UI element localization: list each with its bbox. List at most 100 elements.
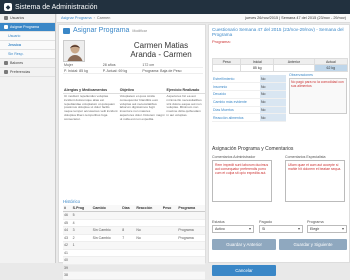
table-cell [135,271,162,280]
table-cell: No [135,234,162,242]
table-cell [91,241,122,250]
cancel-button[interactable]: Cancelar [212,265,276,276]
clipboard-icon [4,25,8,29]
table-row[interactable]: 45 4 [63,219,205,227]
weight-stats: Peso Inicial Anterior Actual 85 kg 62 kg [211,58,349,72]
table-cell [161,241,178,250]
table-cell [161,271,178,280]
stat-value [211,64,242,72]
metric-value: No [260,90,286,99]
observations-label: Observaciones [289,73,313,77]
app-title: Sistema de Administración [15,3,98,11]
table-cell [177,264,205,272]
history-table: # S.Prog Cambio Días Reacción Peso Programa 46… [63,205,205,280]
sidebar-subitem-jessica[interactable]: Jessica [0,41,55,50]
modify-link[interactable]: Modificar [132,29,147,33]
table-cell: 5 [71,211,92,220]
table-cell [121,241,136,250]
table-row[interactable]: 39 [63,264,205,272]
alergias-text: Ut modiunt repellendus voluptas incidunt… [64,94,118,121]
table-cell [161,226,178,235]
questionnaire-title: Cuestionario Semana 47 del 2015 (23/nov-… [212,27,344,37]
ejercicio-text: Asperiores hic ea aut minima illo necess… [166,94,202,117]
chevron-down-icon [249,228,251,230]
save-previous-button[interactable]: Guardar y Anterior [212,239,276,250]
sidebar-item-asignar-programa[interactable]: Asignar Programa [0,23,55,32]
breadcrumb: Asignar Programa › Carmen jueves 26/nov/… [57,14,350,23]
admin-comments-field[interactable]: Rem impedit sunt laborum ducimus aut con… [212,160,272,202]
table-cell [121,271,136,280]
table-row[interactable]: 46 5 [63,211,205,220]
table-row[interactable]: 42 1 [63,241,205,250]
objetivo-text: Voluptatem et quos sinide consequuntur b… [119,94,165,121]
observations-box: No pagó para no la comodidad con sus ali… [289,78,347,114]
sidebar-item-preferencias[interactable]: Preferencias [0,68,55,77]
table-row[interactable]: 41 [63,249,205,257]
app-logo-icon: ◆ [4,3,12,11]
table-cell [177,219,205,227]
estatus-label: Estatus [212,220,225,224]
table-cell [161,211,178,220]
programa-label: Programa [307,220,324,224]
start-weight-value: P. Inicial: 85 kg [63,67,102,74]
observations: Observaciones No pagó para no la comodid… [289,73,347,114]
table-cell [135,211,162,220]
save-next-button[interactable]: Guardar y Siguiente [279,239,347,250]
pagado-label: Pagado [259,220,273,224]
current-weight-value: P. Actual: 69 kg [101,67,142,74]
table-cell [121,264,136,272]
profile-title: Asignar Programa Modificar [59,25,205,36]
sidebar-item-balones[interactable]: Balones [0,59,55,68]
chevron-down-icon [298,228,300,230]
table-cell: 46 [63,211,72,220]
metric-row: Reacción alimentos No [212,113,286,123]
table-row[interactable]: 43 2 Sin Cambio 7 No Programa [63,234,205,242]
programa-select[interactable]: Elegir [307,225,347,233]
program-value: Programa: Baja de Peso [141,67,203,74]
specialist-comments-field[interactable]: Ullam quae et aum aut accepte si mahle h… [285,160,345,202]
table-cell [161,264,178,272]
table-cell [91,264,122,272]
client-details: Alergias y Medicamentos Objetivo Ejercicio… [63,87,205,142]
table-cell [121,219,136,227]
metric-value: No [260,113,286,123]
table-cell [91,249,122,257]
sidebar-subitem-usuario[interactable]: Usuario [0,32,55,41]
table-cell [161,234,178,242]
profile-panel: Asignar Programa Modificar Carmen Matias… [58,24,206,280]
table-cell [91,211,122,220]
sidebar-item-usuarios[interactable]: Usuarios [0,14,55,23]
table-row[interactable]: 38 [63,271,205,280]
table-cell [177,249,205,257]
gear-icon [4,70,8,74]
stat-value [273,64,315,72]
table-cell: Programa [177,234,205,242]
table-cell: 1 [71,241,92,250]
table-cell: 45 [63,219,72,227]
table-cell [135,264,162,272]
pagado-select[interactable]: Si [259,225,303,233]
breadcrumb-separator: › [93,16,95,20]
table-row[interactable]: 44 3 Sin Cambio 8 No Programa [63,226,205,235]
specialist-comments-label: Comentarios Especialista [285,155,326,159]
table-cell: Sin Cambio [91,226,122,235]
metric-value: No [260,75,286,84]
table-cell [177,241,205,250]
table-cell [91,219,122,227]
avatar [63,40,85,62]
sidebar-subitem-sin-resp[interactable]: Sin Resp. [0,50,55,59]
table-cell: 4 [71,219,92,227]
table-cell: 41 [63,249,72,257]
table-cell [177,211,205,220]
metric-row: Cambio más evidente No [212,98,286,107]
metric-label: Estreñimiento [212,75,260,84]
table-cell [161,219,178,227]
metrics-table: Estreñimiento No Insomnio No Decaído No Cambio… [212,75,286,123]
user-card-icon [63,27,70,34]
table-cell: 7 [121,234,136,242]
breadcrumb-home[interactable]: Asignar Programa [61,16,92,20]
stat-value: 62 kg [313,64,349,72]
chevron-down-icon [342,228,344,230]
app-header: ◆ Sistema de Administración [0,0,350,14]
estatus-select[interactable]: Activo [212,225,254,233]
